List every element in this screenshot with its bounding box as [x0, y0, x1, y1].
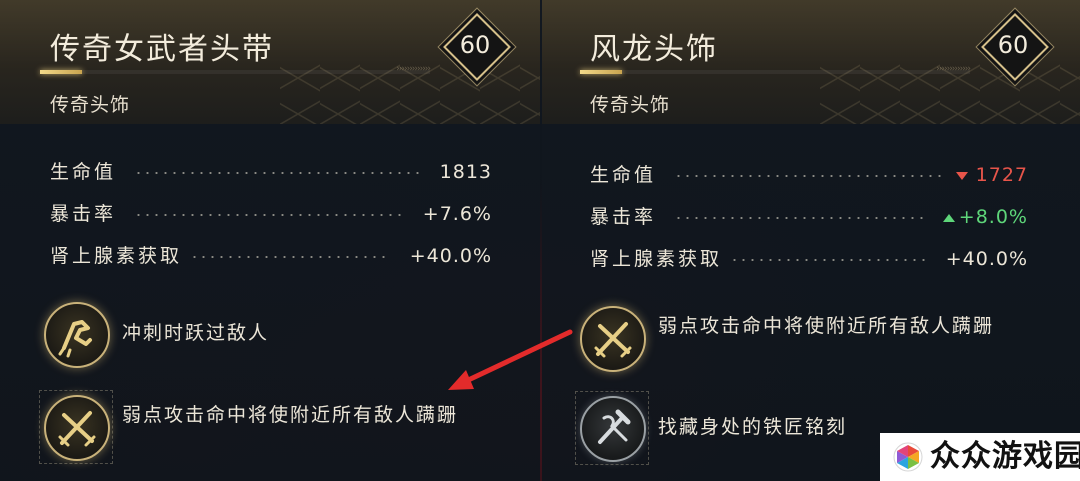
level-number: 60 [459, 31, 491, 59]
site-watermark: 众众游戏园 [880, 433, 1080, 481]
perk-text: 弱点攻击命中将使附近所有敌人蹒跚 [658, 315, 995, 337]
item-progress-bar: ››››››››››››› [40, 64, 431, 74]
stat-value: 1813 [439, 161, 492, 183]
stat-row-adrenaline: 肾上腺素获取 +40.0% [50, 241, 492, 271]
item-type: 传奇头饰 [590, 94, 671, 116]
dot-leader [674, 175, 944, 177]
watermark-text: 众众游戏园 [930, 439, 1080, 474]
dot-leader [134, 214, 404, 216]
perk-slot-2[interactable]: 找藏身处的铁匠铭刻 [575, 391, 910, 465]
crossed-swords-icon [580, 306, 646, 372]
stat-value-text: +8.0% [958, 206, 1028, 228]
stat-label: 生命值 [50, 161, 117, 183]
crossed-swords-icon [44, 395, 110, 461]
right-item-card[interactable]: 风龙头饰 ››››››››››››› 传奇头饰 60 生命值 1727 暴击率 … [542, 0, 1080, 481]
stat-value: +8.0% [942, 202, 1028, 232]
left-item-header: 传奇女武者头带 ››››››››››››› 传奇头饰 60 [0, 0, 540, 124]
perk-slot-2[interactable]: 弱点攻击命中将使附近所有敌人蹒跚 [39, 390, 514, 464]
progress-fill [40, 70, 82, 74]
stat-label: 肾上腺素获取 [590, 248, 723, 270]
stat-label: 暴击率 [50, 203, 117, 225]
stat-value: +40.0% [945, 248, 1028, 270]
stat-row-adrenaline: 肾上腺素获取 +40.0% [590, 244, 1028, 274]
stat-value: 1727 [955, 160, 1028, 190]
right-item-header: 风龙头饰 ››››››››››››› 传奇头饰 60 [542, 0, 1080, 124]
dot-leader [674, 217, 924, 219]
item-progress-bar: ››››››››››››› [580, 64, 971, 74]
dot-leader [190, 256, 390, 258]
chevron-trail-decoration: ››››››››››››› [396, 64, 431, 74]
perk-slot-1[interactable]: 弱点攻击命中将使附近所有敌人蹒跚 [580, 306, 1060, 372]
stat-label: 肾上腺素获取 [50, 245, 183, 267]
watermark-logo-icon [893, 442, 923, 472]
stat-row-health: 生命值 1727 [590, 160, 1028, 190]
stat-value-text: 1727 [975, 164, 1028, 186]
level-badge: 60 [443, 13, 511, 81]
progress-fill [580, 70, 622, 74]
item-name: 传奇女武者头带 [50, 32, 274, 67]
dot-leader [134, 172, 424, 174]
blacksmith-tools-icon [580, 396, 646, 462]
level-badge: 60 [981, 13, 1049, 81]
stat-row-crit: 暴击率 +8.0% [590, 202, 1028, 232]
stat-value: +40.0% [409, 245, 492, 267]
left-item-card[interactable]: 传奇女武者头带 ››››››››››››› 传奇头饰 60 生命值 1813 暴… [0, 0, 540, 481]
stat-label: 暴击率 [590, 206, 657, 228]
dash-leap-icon [44, 302, 110, 368]
perk-text: 弱点攻击命中将使附近所有敌人蹒跚 [122, 404, 459, 426]
perk-text: 找藏身处的铁匠铭刻 [658, 416, 848, 438]
item-type: 传奇头饰 [50, 94, 131, 116]
stat-row-health: 生命值 1813 [50, 157, 492, 187]
chevron-trail-decoration: ››››››››››››› [936, 64, 971, 74]
decrease-arrow-icon [955, 171, 968, 180]
perk-slot-1[interactable]: 冲刺时跃过敌人 [44, 302, 504, 368]
stat-label: 生命值 [590, 164, 657, 186]
item-name: 风龙头饰 [590, 32, 718, 67]
stat-value: +7.6% [422, 203, 492, 225]
increase-arrow-icon [942, 213, 955, 222]
stat-row-crit: 暴击率 +7.6% [50, 199, 492, 229]
dot-leader [730, 259, 930, 261]
perk-text: 冲刺时跃过敌人 [122, 322, 270, 344]
item-compare-screen: 传奇女武者头带 ››››››››››››› 传奇头饰 60 生命值 1813 暴… [0, 0, 1080, 481]
level-number: 60 [997, 31, 1029, 59]
